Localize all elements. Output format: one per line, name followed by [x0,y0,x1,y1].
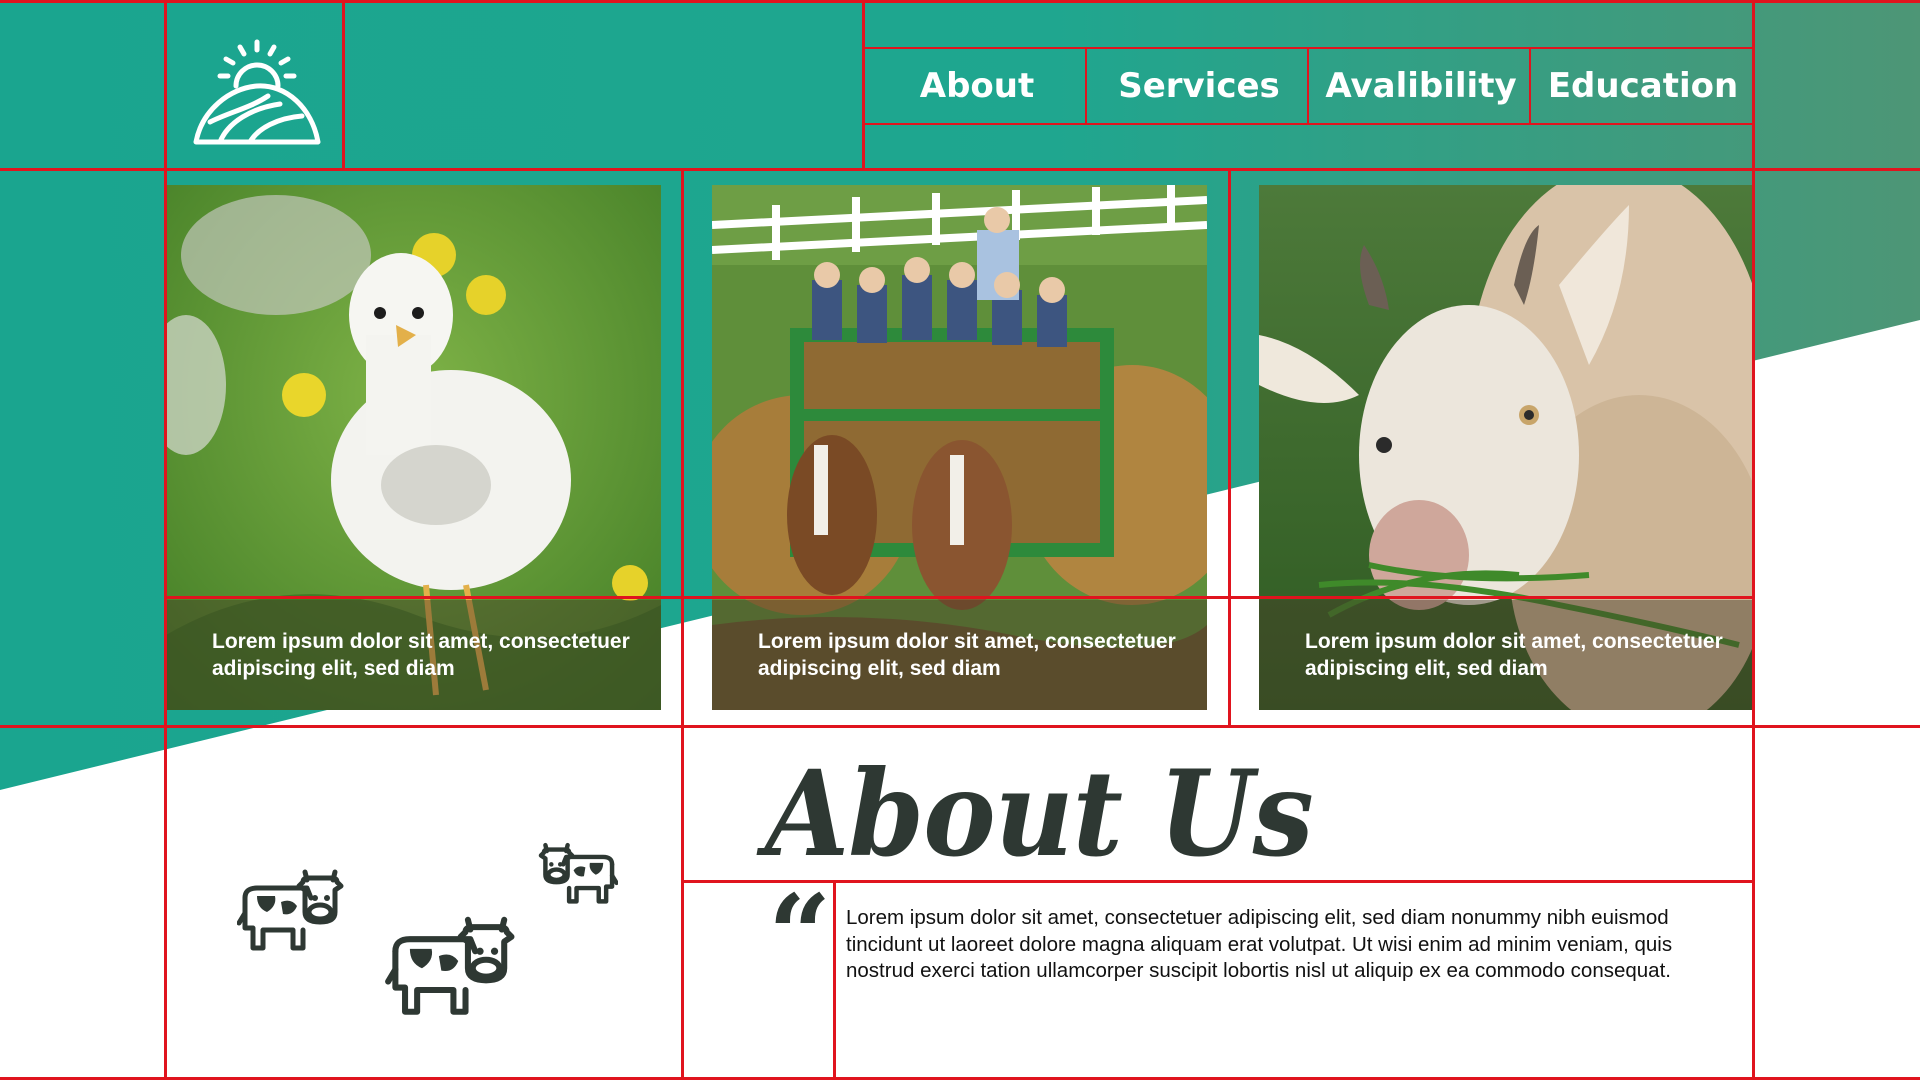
grid-line [0,0,1920,3]
grid-line [0,725,1920,728]
nav-availability[interactable]: Avalibility [1310,48,1532,124]
farm-logo[interactable] [190,38,325,150]
grid-line [1752,0,1755,1080]
nav-about[interactable]: About [866,48,1088,124]
grid-line [0,168,1920,171]
about-title: About Us [765,744,1314,883]
card-caption-text: Lorem ipsum dolor sit amet, consectetuer… [758,630,1176,680]
card-hay-wagon[interactable]: Lorem ipsum dolor sit amet, consectetuer… [712,185,1207,710]
nav-education-label: Education [1547,66,1739,106]
grid-line [862,0,865,170]
card-caption: Lorem ipsum dolor sit amet, consectetuer… [712,600,1207,710]
card-goat[interactable]: Lorem ipsum dolor sit amet, consectetuer… [1259,185,1754,710]
nav-about-label: About [919,66,1035,106]
grid-line [681,170,684,1080]
cow-icon [237,869,344,951]
grid-line [164,596,1754,599]
nav-services[interactable]: Services [1088,48,1310,124]
nav-education[interactable]: Education [1532,48,1754,124]
sunrise-farm-icon [193,39,321,145]
about-body-text: Lorem ipsum dolor sit amet, consectetuer… [846,906,1673,982]
nav-availability-label: Avalibility [1325,66,1517,106]
card-caption: Lorem ipsum dolor sit amet, consectetuer… [1259,600,1754,710]
nav-services-label: Services [1118,66,1280,106]
card-caption-text: Lorem ipsum dolor sit amet, consectetuer… [1305,630,1723,680]
grid-line [1228,170,1231,727]
card-chick[interactable]: Lorem ipsum dolor sit amet, consectetuer… [166,185,661,710]
grid-line [833,880,836,1080]
cow-icon [538,842,618,904]
quote-mark-icon: “ [768,870,832,999]
grid-line [342,0,345,170]
grid-line [164,0,167,1080]
cow-icon [385,916,515,1015]
card-caption: Lorem ipsum dolor sit amet, consectetuer… [166,600,661,710]
card-caption-text: Lorem ipsum dolor sit amet, consectetuer… [212,630,630,680]
